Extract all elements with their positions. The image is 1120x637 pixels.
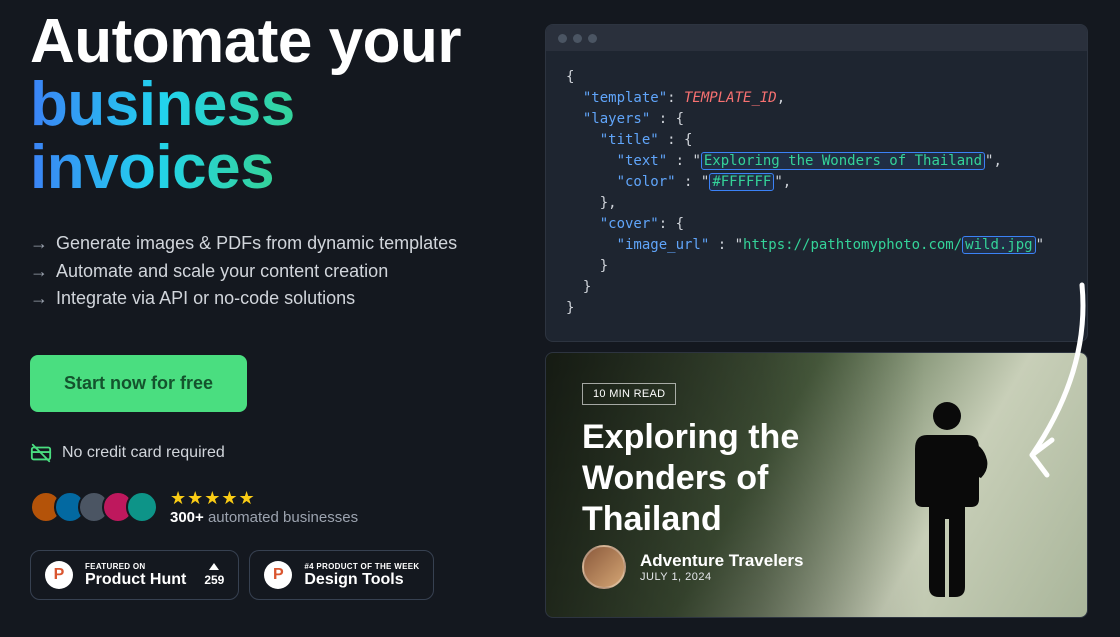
author-block: Adventure Travelers JULY 1, 2024 xyxy=(582,545,803,589)
social-proof-text: 300+ automated businesses xyxy=(170,509,358,526)
window-titlebar xyxy=(546,25,1087,51)
code-highlight-text: Exploring the Wonders of Thailand xyxy=(701,152,985,170)
code-block: { "template": TEMPLATE_ID, "layers" : { … xyxy=(546,51,1087,341)
avatar xyxy=(126,491,158,523)
hero-gradient-word-1: business xyxy=(30,73,295,136)
read-time-badge: 10 MIN READ xyxy=(582,383,676,405)
hero-heading: Automate your business invoices xyxy=(30,10,545,200)
product-hunt-icon: P xyxy=(264,561,292,589)
hero-gradient-word-2: invoices xyxy=(30,136,274,199)
author-name: Adventure Travelers xyxy=(640,551,803,571)
bullet-list: → Generate images & PDFs from dynamic tem… xyxy=(30,230,545,314)
code-highlight-file: wild.jpg xyxy=(962,236,1035,254)
code-template-id: TEMPLATE_ID xyxy=(684,90,777,106)
vote-number: 259 xyxy=(204,573,224,587)
badge-name: Product Hunt xyxy=(85,571,186,588)
start-button[interactable]: Start now for free xyxy=(30,355,247,412)
hero-line-1: Automate your xyxy=(30,7,461,76)
badge-row: P FEATURED ON Product Hunt 259 P #4 PROD… xyxy=(30,550,545,600)
badge-top-text: #4 PRODUCT OF THE WEEK xyxy=(304,562,419,571)
publish-date: JULY 1, 2024 xyxy=(640,571,803,583)
arrow-icon: → xyxy=(30,258,48,286)
bullet-item: → Automate and scale your content creatio… xyxy=(30,258,545,286)
credit-card-off-icon xyxy=(30,442,52,464)
code-url-prefix: https://pathtomyphoto.com/ xyxy=(743,237,962,253)
author-avatar xyxy=(582,545,626,589)
code-window: { "template": TEMPLATE_ID, "layers" : { … xyxy=(545,24,1088,342)
badge-name: Design Tools xyxy=(304,571,403,588)
arrow-icon: → xyxy=(30,230,48,258)
bullet-text: Generate images & PDFs from dynamic temp… xyxy=(56,230,457,258)
code-highlight-color: #FFFFFF xyxy=(709,173,774,191)
bullet-text: Automate and scale your content creation xyxy=(56,258,388,286)
upvote-count: 259 xyxy=(204,563,224,587)
bullet-text: Integrate via API or no-code solutions xyxy=(56,285,355,313)
up-arrow-icon xyxy=(209,563,219,570)
product-hunt-badge[interactable]: P FEATURED ON Product Hunt 259 xyxy=(30,550,239,600)
traffic-light-icon xyxy=(558,34,567,43)
arrow-icon: → xyxy=(30,285,48,313)
preview-title: Exploring the Wonders of Thailand xyxy=(582,417,862,539)
bullet-item: → Integrate via API or no-code solutions xyxy=(30,285,545,313)
avatar-stack xyxy=(30,491,158,523)
social-proof: ★★★★★ 300+ automated businesses xyxy=(30,488,545,526)
traffic-light-icon xyxy=(588,34,597,43)
preview-card: 10 MIN READ Exploring the Wonders of Tha… xyxy=(545,352,1088,618)
star-rating-icon: ★★★★★ xyxy=(170,488,358,509)
traffic-light-icon xyxy=(573,34,582,43)
no-credit-card: No credit card required xyxy=(30,442,545,464)
product-hunt-icon: P xyxy=(45,561,73,589)
bullet-item: → Generate images & PDFs from dynamic tem… xyxy=(30,230,545,258)
badge-top-text: FEATURED ON xyxy=(85,562,186,571)
social-count: 300+ xyxy=(170,509,204,526)
design-tools-badge[interactable]: P #4 PRODUCT OF THE WEEK Design Tools xyxy=(249,550,434,600)
no-cc-text: No credit card required xyxy=(62,444,225,462)
social-suffix: automated businesses xyxy=(208,509,358,526)
